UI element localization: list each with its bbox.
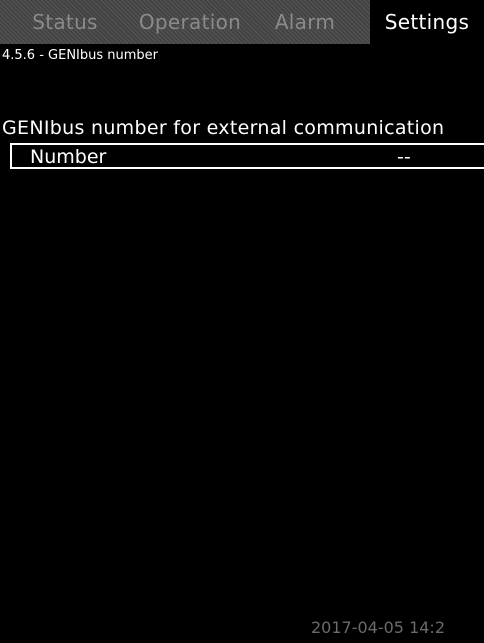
tab-bar: Status Operation Alarm Settings (0, 0, 484, 44)
tab-settings[interactable]: Settings (370, 0, 484, 44)
tab-status[interactable]: Status (0, 0, 130, 44)
controller-display: Status Operation Alarm Settings 4.5.6 - … (0, 0, 484, 643)
number-field-value[interactable]: -- (397, 146, 411, 168)
timestamp: 2017-04-05 14:2 (311, 618, 445, 637)
number-field-row[interactable]: Number -- (10, 143, 484, 169)
tab-operation[interactable]: Operation (130, 0, 250, 44)
tab-alarm[interactable]: Alarm (250, 0, 360, 44)
breadcrumb: 4.5.6 - GENIbus number (2, 48, 159, 63)
number-field-label: Number (30, 146, 107, 168)
section-title: GENIbus number for external communicatio… (2, 117, 445, 139)
